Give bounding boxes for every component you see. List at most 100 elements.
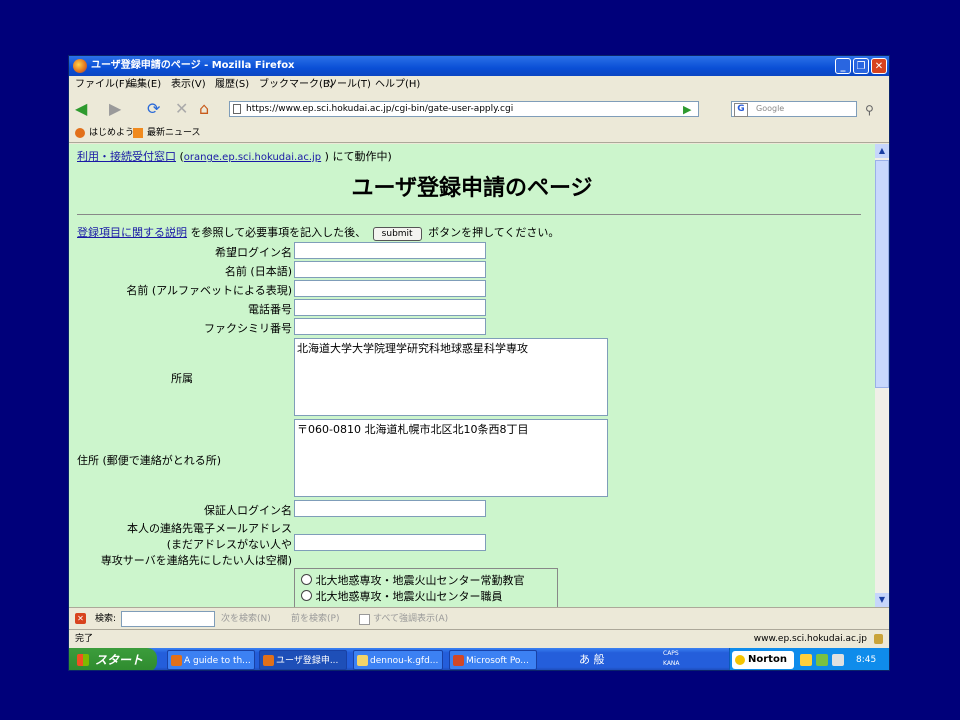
instruction-link[interactable]: 登録項目に関する説明	[77, 226, 187, 239]
scroll-thumb[interactable]	[875, 160, 889, 388]
taskbar-item[interactable]: dennou-k.gfd...	[353, 650, 443, 670]
name-en-input[interactable]	[294, 280, 486, 297]
menu-history[interactable]: 履歴(S)	[215, 76, 249, 94]
task-label: ユーザ登録申...	[276, 656, 339, 666]
guarantor-input[interactable]	[294, 500, 486, 517]
scroll-up-button[interactable]: ▲	[875, 144, 889, 158]
heading-divider	[77, 214, 861, 215]
window-title: ユーザ登録申請のページ - Mozilla Firefox	[91, 60, 295, 71]
taskbar-item[interactable]: Microsoft Po...	[449, 650, 537, 670]
title-bar[interactable]: ユーザ登録申請のページ - Mozilla Firefox _ ❐ ✕	[69, 56, 889, 76]
label-address: 住所 (郵便で連絡がとれる所)	[77, 454, 222, 467]
browser-window: ユーザ登録申請のページ - Mozilla Firefox _ ❐ ✕ ファイル…	[68, 55, 890, 671]
stop-icon[interactable]: ✕	[175, 99, 188, 119]
start-button[interactable]: スタート	[69, 648, 157, 670]
radio-circle	[301, 590, 312, 601]
home-icon[interactable]: ⌂	[199, 99, 209, 119]
page-heading: ユーザ登録申請のページ	[351, 176, 593, 201]
name-ja-input[interactable]	[294, 261, 486, 278]
ime-indicator[interactable]: あ 般	[579, 648, 605, 670]
bookmark-getting-started[interactable]: はじめよう	[89, 124, 134, 142]
login-input[interactable]	[294, 242, 486, 259]
bookmark-latest-news[interactable]: 最新ニュース	[147, 124, 201, 142]
url-text: https://www.ep.sci.hokudai.ac.jp/cgi-bin…	[246, 104, 514, 114]
find-input[interactable]	[121, 611, 215, 627]
instruction-line: 登録項目に関する説明 を参照して必要事項を記入した後、 submit ボタンを押…	[77, 224, 559, 241]
powerpoint-task-icon	[453, 655, 464, 666]
address-textarea[interactable]: 〒060-0810 北海道札幌市北区北10条西8丁目	[294, 419, 608, 497]
phone-input[interactable]	[294, 299, 486, 316]
instruction-text: を参照して必要事項を記入した後、	[190, 226, 367, 239]
find-close-icon[interactable]: ✕	[75, 613, 86, 624]
menu-bar: ファイル(F) 編集(E) 表示(V) 履歴(S) ブックマーク(B) ツール(…	[69, 76, 889, 94]
document-task-icon	[357, 655, 368, 666]
host-link[interactable]: orange.ep.sci.hokudai.ac.jp	[184, 152, 321, 163]
back-icon[interactable]: ◀	[75, 99, 87, 119]
label-email-3: 専攻サーバを連絡先にしたい人は空欄)	[100, 554, 292, 567]
label-affiliation: 所属	[171, 372, 193, 385]
search-placeholder: Google	[756, 104, 785, 113]
volume-icon[interactable]	[832, 654, 844, 666]
find-label: 検索:	[95, 614, 117, 624]
label-email-2: (まだアドレスがない人や	[166, 538, 292, 551]
firefox-icon	[73, 59, 87, 73]
menu-edit[interactable]: 編集(E)	[127, 76, 161, 94]
find-bar: ✕ 検索: 次を検索(N) 前を検索(P) すべて強調表示(A)	[69, 607, 889, 630]
navigation-toolbar: ◀ ▶ ⟳ ✕ ⌂ https://www.ep.sci.hokudai.ac.…	[69, 95, 889, 123]
rss-icon	[133, 128, 143, 138]
menu-help[interactable]: ヘルプ(H)	[375, 76, 420, 94]
caps-indicator: CAPS	[663, 650, 679, 657]
tray-icon[interactable]	[800, 654, 812, 666]
status-text: 完了	[75, 634, 94, 644]
vertical-scrollbar[interactable]: ▲ ▼	[875, 144, 889, 607]
forward-icon[interactable]: ▶	[109, 99, 121, 119]
go-icon[interactable]: ▶	[683, 100, 691, 120]
search-field[interactable]: G Google	[731, 101, 857, 117]
reception-line: 利用・接続受付窓口 (orange.ep.sci.hokudai.ac.jp )…	[77, 148, 392, 164]
scroll-down-button[interactable]: ▼	[875, 593, 889, 607]
reload-icon[interactable]: ⟳	[147, 99, 160, 119]
firefox-task-icon	[171, 655, 182, 666]
bookmarks-toolbar: はじめよう 最新ニュース	[69, 124, 889, 143]
maximize-button[interactable]: ❐	[853, 58, 869, 74]
start-label: スタート	[95, 653, 144, 667]
taskbar-item-active[interactable]: ユーザ登録申...	[259, 650, 347, 670]
norton-button[interactable]: Norton	[732, 651, 794, 669]
menu-file[interactable]: ファイル(F)	[75, 76, 129, 94]
radio-circle	[301, 574, 312, 585]
affiliation-textarea[interactable]: 北海道大学大学院理学研究科地球惑星科学専攻	[294, 338, 608, 416]
menu-tools[interactable]: ツール(T)	[327, 76, 371, 94]
find-next-button[interactable]: 次を検索(N)	[221, 608, 271, 630]
clock[interactable]: 8:45	[856, 648, 876, 670]
radio-option[interactable]: 北大地惑専攻・地震火山センター職員	[301, 588, 503, 604]
status-radio-group: 北大地惑専攻・地震火山センター常勤教官 北大地惑専攻・地震火山センター職員	[294, 568, 558, 607]
label-guarantor: 保証人ログイン名	[204, 504, 292, 517]
find-previous-button[interactable]: 前を検索(P)	[291, 608, 339, 630]
highlight-checkbox[interactable]	[359, 614, 370, 625]
page-icon	[233, 104, 241, 114]
network-icon[interactable]	[816, 654, 828, 666]
instruction-text-2: ボタンを押してください。	[428, 226, 560, 239]
submit-button[interactable]: submit	[372, 227, 422, 241]
reception-link[interactable]: 利用・接続受付窓口	[77, 150, 176, 163]
task-label: dennou-k.gfd...	[370, 656, 439, 666]
email-input[interactable]	[294, 534, 486, 551]
menu-view[interactable]: 表示(V)	[171, 76, 206, 94]
menu-bookmarks[interactable]: ブックマーク(B)	[259, 76, 334, 94]
url-field[interactable]: https://www.ep.sci.hokudai.ac.jp/cgi-bin…	[229, 101, 699, 117]
taskbar-item[interactable]: A guide to th...	[167, 650, 255, 670]
label-fax: ファクシミリ番号	[204, 322, 292, 335]
firefox-task-icon	[263, 655, 274, 666]
radio-option[interactable]: 北大地惑専攻・地震火山センター常勤教官	[301, 572, 525, 588]
close-button[interactable]: ✕	[871, 58, 887, 74]
lock-icon	[874, 634, 883, 644]
kana-indicator: KANA	[663, 660, 680, 667]
google-icon: G	[734, 103, 748, 117]
search-icon[interactable]: ⚲	[865, 100, 874, 120]
label-phone: 電話番号	[248, 303, 292, 316]
fax-input[interactable]	[294, 318, 486, 335]
norton-label: Norton	[748, 654, 787, 665]
task-label: Microsoft Po...	[466, 656, 529, 666]
windows-logo-icon	[77, 654, 89, 666]
minimize-button[interactable]: _	[835, 58, 851, 74]
